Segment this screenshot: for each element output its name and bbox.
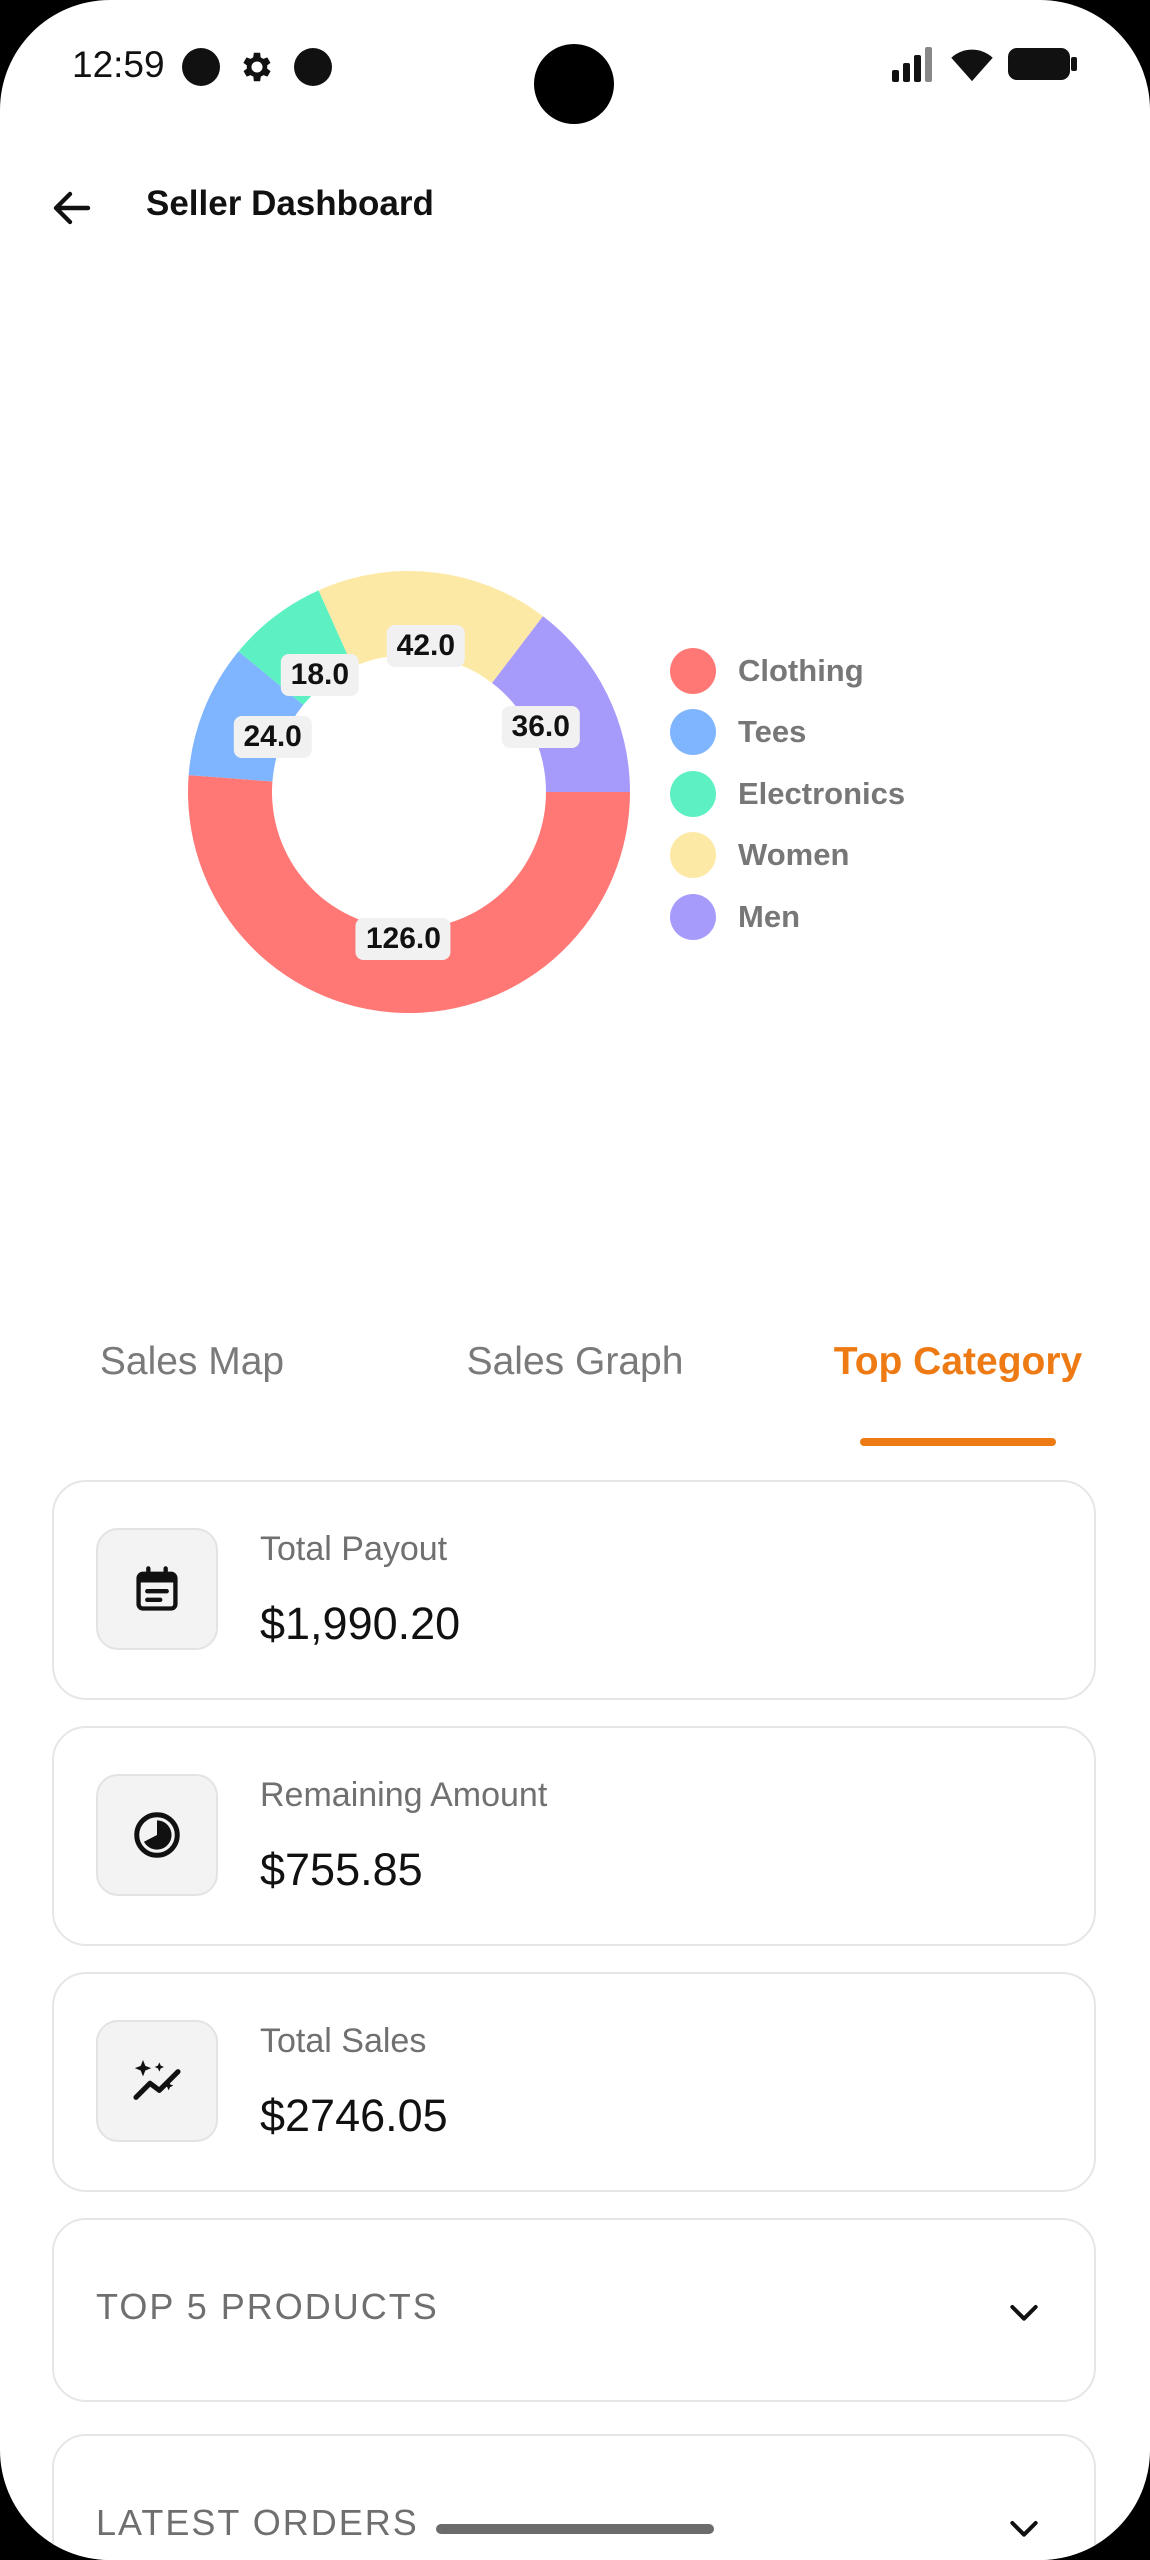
section-title: LATEST ORDERS <box>96 2502 419 2543</box>
legend-swatch <box>670 893 716 940</box>
top-products-section[interactable]: TOP 5 PRODUCTS <box>52 2218 1096 2402</box>
battery-icon <box>1008 46 1078 87</box>
legend-swatch <box>670 832 716 879</box>
back-button[interactable] <box>40 176 104 240</box>
notification-dot-icon <box>294 48 332 86</box>
legend-swatch <box>670 647 716 694</box>
status-time: 12:59 <box>72 44 165 85</box>
stat-label: Total Sales <box>260 2022 427 2060</box>
slice-value-label: 42.0 <box>386 624 466 667</box>
notification-dot-icon <box>182 48 220 86</box>
slice-value-label: 18.0 <box>280 654 360 697</box>
legend-swatch <box>670 770 716 817</box>
legend-label: Electronics <box>738 775 906 811</box>
tab-sales-graph[interactable]: Sales Graph <box>467 1340 684 1384</box>
stat-value: $1,990.20 <box>260 1598 461 1649</box>
remaining-amount-card: Remaining Amount $755.85 <box>52 1726 1096 1946</box>
legend-label: Clothing <box>738 652 864 688</box>
stat-value: $2746.05 <box>260 2090 448 2141</box>
status-icons <box>892 46 1078 87</box>
front-camera <box>534 44 614 124</box>
stat-value: $755.85 <box>260 1844 423 1895</box>
slice-value-label: 36.0 <box>501 705 580 748</box>
legend-label: Men <box>738 898 800 934</box>
stat-label: Remaining Amount <box>260 1776 548 1814</box>
legend-item: Men <box>670 886 905 948</box>
total-payout-card: Total Payout $1,990.20 <box>52 1480 1096 1700</box>
stat-label: Total Payout <box>260 1530 448 1568</box>
dashboard-tabs: Sales Map Sales Graph Top Category <box>0 1300 1150 1450</box>
tab-sales-map[interactable]: Sales Map <box>100 1340 284 1384</box>
app-bar: Seller Dashboard <box>0 160 1150 250</box>
chevron-down-icon[interactable] <box>1004 2508 1044 2553</box>
gear-icon <box>238 48 276 91</box>
signal-icon <box>892 46 936 87</box>
legend-item: Clothing <box>670 640 905 702</box>
legend-label: Women <box>738 837 850 873</box>
legend-swatch <box>670 709 716 756</box>
status-bar: 12:59 <box>0 0 1150 140</box>
chevron-down-icon[interactable] <box>1004 2292 1044 2337</box>
donut-slice-clothing[interactable] <box>188 775 630 1013</box>
chart-legend: Clothing Tees Electronics Women Men <box>670 640 905 948</box>
legend-item: Electronics <box>670 763 905 825</box>
arrow-left-icon <box>53 191 91 225</box>
category-donut-chart: 126.0 24.0 18.0 42.0 36.0 Clothing Tees Electr… <box>0 300 1150 1280</box>
pie-chart-icon <box>96 1774 218 1896</box>
latest-orders-section[interactable]: LATEST ORDERS <box>52 2434 1096 2560</box>
home-indicator[interactable] <box>436 2524 714 2534</box>
legend-item: Tees <box>670 702 905 764</box>
tab-top-category[interactable]: Top Category <box>834 1340 1082 1384</box>
total-sales-card: Total Sales $2746.05 <box>52 1972 1096 2192</box>
slice-value-label: 24.0 <box>233 716 312 759</box>
page-title: Seller Dashboard <box>146 184 434 223</box>
screen: 12:59 Seller Dashboard 126.0 24.0 18.0 4… <box>0 0 1150 2560</box>
donut-chart-svg <box>188 571 630 1013</box>
sparkle-trend-icon <box>96 2020 218 2142</box>
legend-label: Tees <box>738 714 807 750</box>
calendar-icon <box>96 1528 218 1650</box>
active-tab-indicator <box>860 1438 1056 1446</box>
wifi-icon <box>950 46 994 87</box>
section-title: TOP 5 PRODUCTS <box>96 2286 439 2327</box>
legend-item: Women <box>670 825 905 887</box>
slice-value-label: 126.0 <box>355 917 451 960</box>
